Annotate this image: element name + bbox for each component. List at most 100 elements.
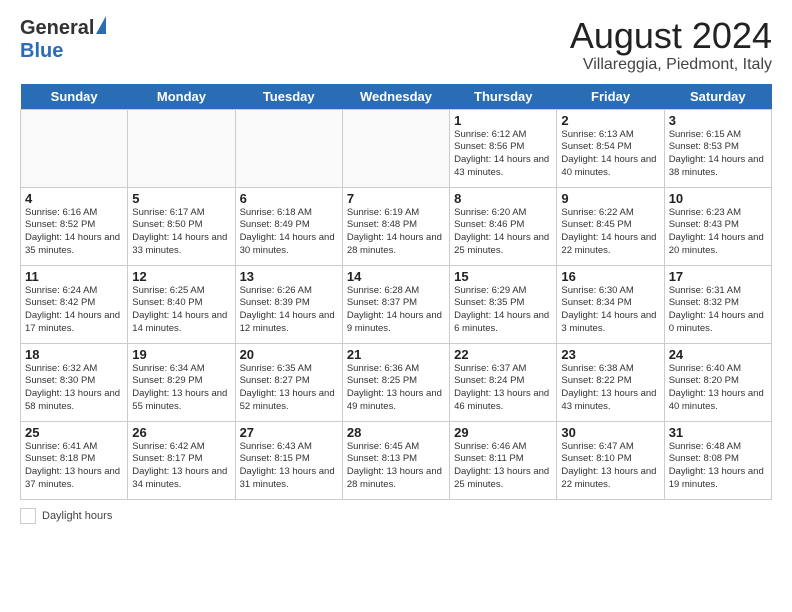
cell-5-6: 30Sunrise: 6:47 AM Sunset: 8:10 PM Dayli… bbox=[557, 421, 664, 499]
week-row-3: 11Sunrise: 6:24 AM Sunset: 8:42 PM Dayli… bbox=[21, 265, 772, 343]
cell-info: Sunrise: 6:30 AM Sunset: 8:34 PM Dayligh… bbox=[561, 285, 659, 336]
cell-info: Sunrise: 6:47 AM Sunset: 8:10 PM Dayligh… bbox=[561, 441, 659, 492]
date-number: 9 bbox=[561, 191, 659, 206]
cell-3-1: 11Sunrise: 6:24 AM Sunset: 8:42 PM Dayli… bbox=[21, 265, 128, 343]
cell-4-3: 20Sunrise: 6:35 AM Sunset: 8:27 PM Dayli… bbox=[235, 343, 342, 421]
cell-2-5: 8Sunrise: 6:20 AM Sunset: 8:46 PM Daylig… bbox=[450, 187, 557, 265]
date-number: 6 bbox=[240, 191, 338, 206]
cell-info: Sunrise: 6:41 AM Sunset: 8:18 PM Dayligh… bbox=[25, 441, 123, 492]
date-number: 15 bbox=[454, 269, 552, 284]
cell-info: Sunrise: 6:22 AM Sunset: 8:45 PM Dayligh… bbox=[561, 207, 659, 258]
cell-info: Sunrise: 6:18 AM Sunset: 8:49 PM Dayligh… bbox=[240, 207, 338, 258]
footer: Daylight hours bbox=[20, 508, 772, 524]
cell-info: Sunrise: 6:16 AM Sunset: 8:52 PM Dayligh… bbox=[25, 207, 123, 258]
date-number: 22 bbox=[454, 347, 552, 362]
date-number: 25 bbox=[25, 425, 123, 440]
cell-info: Sunrise: 6:43 AM Sunset: 8:15 PM Dayligh… bbox=[240, 441, 338, 492]
cell-5-3: 27Sunrise: 6:43 AM Sunset: 8:15 PM Dayli… bbox=[235, 421, 342, 499]
cell-2-1: 4Sunrise: 6:16 AM Sunset: 8:52 PM Daylig… bbox=[21, 187, 128, 265]
cell-info: Sunrise: 6:42 AM Sunset: 8:17 PM Dayligh… bbox=[132, 441, 230, 492]
date-number: 16 bbox=[561, 269, 659, 284]
date-number: 3 bbox=[669, 113, 767, 128]
cell-2-7: 10Sunrise: 6:23 AM Sunset: 8:43 PM Dayli… bbox=[664, 187, 771, 265]
cell-info: Sunrise: 6:15 AM Sunset: 8:53 PM Dayligh… bbox=[669, 129, 767, 180]
cell-4-4: 21Sunrise: 6:36 AM Sunset: 8:25 PM Dayli… bbox=[342, 343, 449, 421]
cell-info: Sunrise: 6:28 AM Sunset: 8:37 PM Dayligh… bbox=[347, 285, 445, 336]
cell-info: Sunrise: 6:32 AM Sunset: 8:30 PM Dayligh… bbox=[25, 363, 123, 414]
day-header-thursday: Thursday bbox=[450, 84, 557, 110]
cell-info: Sunrise: 6:17 AM Sunset: 8:50 PM Dayligh… bbox=[132, 207, 230, 258]
cell-info: Sunrise: 6:45 AM Sunset: 8:13 PM Dayligh… bbox=[347, 441, 445, 492]
date-number: 8 bbox=[454, 191, 552, 206]
cell-2-2: 5Sunrise: 6:17 AM Sunset: 8:50 PM Daylig… bbox=[128, 187, 235, 265]
subtitle: Villareggia, Piedmont, Italy bbox=[570, 56, 772, 74]
cell-5-2: 26Sunrise: 6:42 AM Sunset: 8:17 PM Dayli… bbox=[128, 421, 235, 499]
date-number: 11 bbox=[25, 269, 123, 284]
date-number: 24 bbox=[669, 347, 767, 362]
date-number: 30 bbox=[561, 425, 659, 440]
cell-3-7: 17Sunrise: 6:31 AM Sunset: 8:32 PM Dayli… bbox=[664, 265, 771, 343]
cell-4-7: 24Sunrise: 6:40 AM Sunset: 8:20 PM Dayli… bbox=[664, 343, 771, 421]
logo-general-text: General bbox=[20, 17, 94, 40]
cell-info: Sunrise: 6:25 AM Sunset: 8:40 PM Dayligh… bbox=[132, 285, 230, 336]
logo: General Blue bbox=[20, 16, 106, 63]
cell-1-6: 2Sunrise: 6:13 AM Sunset: 8:54 PM Daylig… bbox=[557, 109, 664, 187]
date-number: 23 bbox=[561, 347, 659, 362]
cell-5-7: 31Sunrise: 6:48 AM Sunset: 8:08 PM Dayli… bbox=[664, 421, 771, 499]
date-number: 29 bbox=[454, 425, 552, 440]
cell-info: Sunrise: 6:31 AM Sunset: 8:32 PM Dayligh… bbox=[669, 285, 767, 336]
date-number: 17 bbox=[669, 269, 767, 284]
day-header-row: SundayMondayTuesdayWednesdayThursdayFrid… bbox=[21, 84, 772, 110]
date-number: 5 bbox=[132, 191, 230, 206]
cell-1-7: 3Sunrise: 6:15 AM Sunset: 8:53 PM Daylig… bbox=[664, 109, 771, 187]
cell-info: Sunrise: 6:37 AM Sunset: 8:24 PM Dayligh… bbox=[454, 363, 552, 414]
date-number: 20 bbox=[240, 347, 338, 362]
date-number: 4 bbox=[25, 191, 123, 206]
cell-1-3 bbox=[235, 109, 342, 187]
cell-5-4: 28Sunrise: 6:45 AM Sunset: 8:13 PM Dayli… bbox=[342, 421, 449, 499]
date-number: 18 bbox=[25, 347, 123, 362]
cell-1-4 bbox=[342, 109, 449, 187]
cell-info: Sunrise: 6:20 AM Sunset: 8:46 PM Dayligh… bbox=[454, 207, 552, 258]
day-header-saturday: Saturday bbox=[664, 84, 771, 110]
week-row-1: 1Sunrise: 6:12 AM Sunset: 8:56 PM Daylig… bbox=[21, 109, 772, 187]
cell-5-5: 29Sunrise: 6:46 AM Sunset: 8:11 PM Dayli… bbox=[450, 421, 557, 499]
day-header-wednesday: Wednesday bbox=[342, 84, 449, 110]
date-number: 12 bbox=[132, 269, 230, 284]
cell-3-5: 15Sunrise: 6:29 AM Sunset: 8:35 PM Dayli… bbox=[450, 265, 557, 343]
cell-info: Sunrise: 6:35 AM Sunset: 8:27 PM Dayligh… bbox=[240, 363, 338, 414]
page: General Blue August 2024 Villareggia, Pi… bbox=[0, 0, 792, 536]
cell-info: Sunrise: 6:46 AM Sunset: 8:11 PM Dayligh… bbox=[454, 441, 552, 492]
cell-info: Sunrise: 6:19 AM Sunset: 8:48 PM Dayligh… bbox=[347, 207, 445, 258]
cell-info: Sunrise: 6:23 AM Sunset: 8:43 PM Dayligh… bbox=[669, 207, 767, 258]
date-number: 28 bbox=[347, 425, 445, 440]
date-number: 2 bbox=[561, 113, 659, 128]
cell-4-2: 19Sunrise: 6:34 AM Sunset: 8:29 PM Dayli… bbox=[128, 343, 235, 421]
week-row-4: 18Sunrise: 6:32 AM Sunset: 8:30 PM Dayli… bbox=[21, 343, 772, 421]
footer-label: Daylight hours bbox=[42, 510, 112, 522]
cell-4-1: 18Sunrise: 6:32 AM Sunset: 8:30 PM Dayli… bbox=[21, 343, 128, 421]
logo-blue-text: Blue bbox=[20, 40, 63, 63]
date-number: 26 bbox=[132, 425, 230, 440]
cell-4-6: 23Sunrise: 6:38 AM Sunset: 8:22 PM Dayli… bbox=[557, 343, 664, 421]
cell-info: Sunrise: 6:13 AM Sunset: 8:54 PM Dayligh… bbox=[561, 129, 659, 180]
cell-info: Sunrise: 6:36 AM Sunset: 8:25 PM Dayligh… bbox=[347, 363, 445, 414]
header: General Blue August 2024 Villareggia, Pi… bbox=[20, 16, 772, 74]
title-section: August 2024 Villareggia, Piedmont, Italy bbox=[570, 16, 772, 74]
date-number: 1 bbox=[454, 113, 552, 128]
cell-4-5: 22Sunrise: 6:37 AM Sunset: 8:24 PM Dayli… bbox=[450, 343, 557, 421]
cell-1-1 bbox=[21, 109, 128, 187]
day-header-sunday: Sunday bbox=[21, 84, 128, 110]
cell-2-3: 6Sunrise: 6:18 AM Sunset: 8:49 PM Daylig… bbox=[235, 187, 342, 265]
cell-info: Sunrise: 6:29 AM Sunset: 8:35 PM Dayligh… bbox=[454, 285, 552, 336]
day-header-monday: Monday bbox=[128, 84, 235, 110]
calendar-table: SundayMondayTuesdayWednesdayThursdayFrid… bbox=[20, 84, 772, 500]
cell-info: Sunrise: 6:38 AM Sunset: 8:22 PM Dayligh… bbox=[561, 363, 659, 414]
week-row-5: 25Sunrise: 6:41 AM Sunset: 8:18 PM Dayli… bbox=[21, 421, 772, 499]
cell-1-2 bbox=[128, 109, 235, 187]
day-header-tuesday: Tuesday bbox=[235, 84, 342, 110]
day-header-friday: Friday bbox=[557, 84, 664, 110]
cell-info: Sunrise: 6:24 AM Sunset: 8:42 PM Dayligh… bbox=[25, 285, 123, 336]
cell-info: Sunrise: 6:26 AM Sunset: 8:39 PM Dayligh… bbox=[240, 285, 338, 336]
date-number: 27 bbox=[240, 425, 338, 440]
